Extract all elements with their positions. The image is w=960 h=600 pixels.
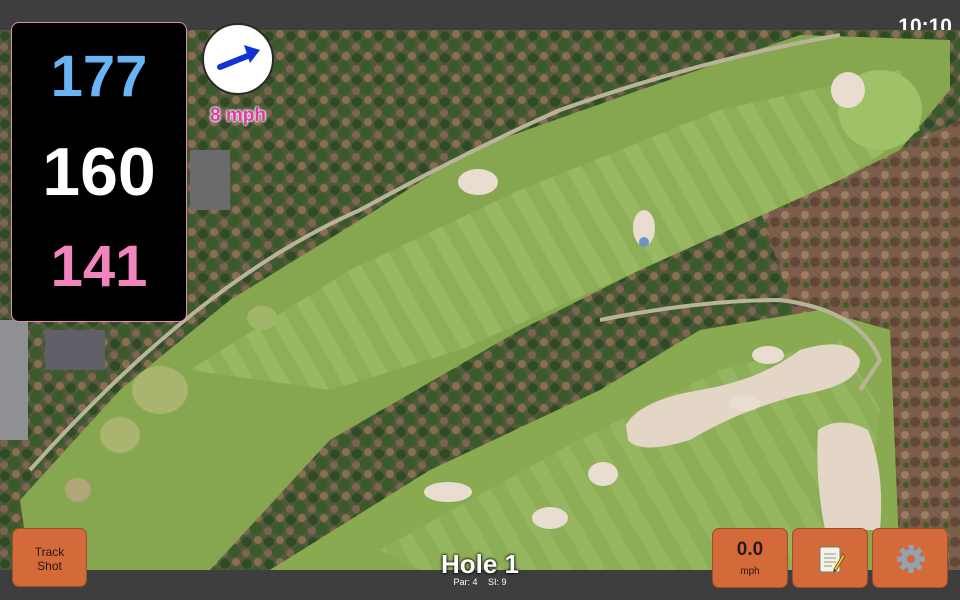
track-shot-button[interactable]: Track Shot bbox=[12, 528, 87, 587]
notepad-icon bbox=[819, 546, 846, 573]
hole-stroke-index: SI: 9 bbox=[488, 577, 507, 587]
middle-distance: 160 bbox=[42, 134, 156, 210]
distance-panel: 177 160 141 bbox=[11, 22, 187, 322]
wind-arrow-icon bbox=[217, 45, 260, 70]
hole-info: Par: 4 SI: 9 bbox=[380, 577, 580, 587]
speed-value: 0.0 bbox=[736, 539, 764, 560]
front-distance: 141 bbox=[50, 234, 148, 299]
gear-icon bbox=[897, 545, 925, 573]
back-distance: 177 bbox=[50, 44, 148, 109]
wind-speed: 8 mph bbox=[210, 105, 266, 126]
hole-title: Hole 1 bbox=[440, 549, 520, 579]
wind-direction-dial bbox=[202, 23, 274, 95]
track-shot-label-line2: Shot bbox=[37, 559, 62, 573]
speed-unit: mph bbox=[740, 566, 760, 577]
track-shot-label-line1: Track bbox=[34, 545, 65, 559]
settings-button[interactable] bbox=[872, 528, 948, 588]
hole-par: Par: 4 bbox=[453, 577, 478, 587]
shot-speed-button[interactable]: 0.0 mph bbox=[712, 528, 788, 588]
notes-button[interactable] bbox=[792, 528, 868, 588]
